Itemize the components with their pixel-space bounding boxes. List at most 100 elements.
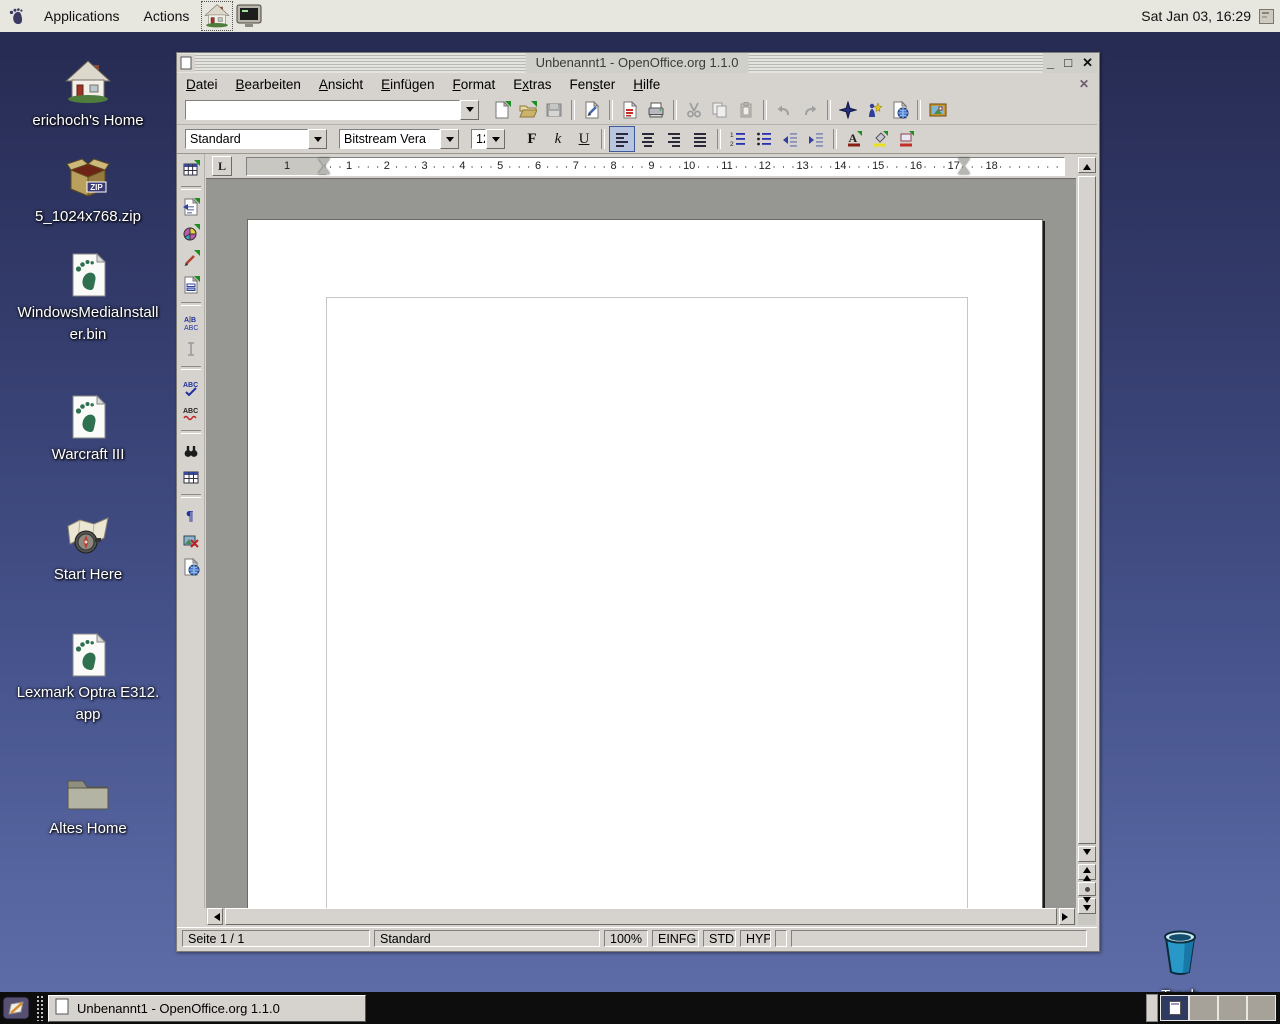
insert-object-icon[interactable] — [178, 220, 204, 246]
horizontal-ruler[interactable]: 1 123456789101112131415161718 — [246, 157, 1065, 176]
previous-page-icon[interactable] — [1078, 864, 1096, 880]
print-icon[interactable] — [643, 97, 669, 123]
open-icon[interactable] — [515, 97, 541, 123]
url-combobox[interactable] — [185, 100, 479, 120]
web-document-icon[interactable] — [887, 97, 913, 123]
menu-extras[interactable]: Extras — [504, 75, 560, 94]
workspace-3[interactable] — [1218, 995, 1247, 1021]
left-indent-marker[interactable] — [318, 166, 330, 174]
gnome-foot-icon[interactable] — [1, 2, 31, 30]
align-center-button[interactable] — [635, 126, 661, 152]
maximize-button[interactable]: □ — [1064, 53, 1072, 73]
right-indent-marker2[interactable] — [958, 166, 970, 174]
url-dropdown-icon[interactable] — [460, 100, 479, 120]
window-menu-icon[interactable] — [177, 54, 195, 72]
undo-icon[interactable] — [771, 97, 797, 123]
status-zoom[interactable]: 100% — [604, 930, 648, 947]
menu-fenster[interactable]: Fenster — [561, 75, 625, 94]
desktop-icon-start-here[interactable]: Start Here — [8, 512, 168, 586]
align-justify-button[interactable] — [687, 126, 713, 152]
minimize-button[interactable]: _ — [1047, 53, 1054, 73]
online-layout-icon[interactable] — [178, 554, 204, 580]
font-color-icon[interactable]: A — [841, 126, 867, 152]
desktop-icon-warcraft[interactable]: Warcraft III — [8, 394, 168, 466]
document-page[interactable] — [247, 219, 1043, 908]
workspace-4[interactable] — [1247, 995, 1276, 1021]
scroll-up-icon[interactable] — [1078, 157, 1096, 173]
scroll-right-icon[interactable] — [1059, 908, 1075, 925]
desktop-icon-zip[interactable]: ZIP 5_1024x768.zip — [8, 156, 168, 228]
menu-actions[interactable]: Actions — [132, 8, 202, 24]
form-functions-icon[interactable] — [178, 272, 204, 298]
desktop-icon-home[interactable]: erichoch's Home — [8, 58, 168, 132]
desktop-icon-wmi[interactable]: WindowsMediaInstaller.bin — [8, 252, 168, 346]
menu-hilfe[interactable]: Hilfe — [624, 75, 669, 94]
paste-icon[interactable] — [733, 97, 759, 123]
navigator-icon[interactable] — [835, 97, 861, 123]
menu-bearbeiten[interactable]: Bearbeiten — [227, 75, 310, 94]
next-page-icon[interactable] — [1078, 898, 1096, 914]
menu-applications[interactable]: Applications — [32, 8, 132, 24]
desktop-icon-lexmark[interactable]: Lexmark Optra E312.app — [8, 632, 168, 726]
navigation-dot-icon[interactable] — [1078, 882, 1096, 896]
redo-icon[interactable] — [797, 97, 823, 123]
copy-icon[interactable] — [707, 97, 733, 123]
highlighting-icon[interactable] — [867, 126, 893, 152]
insert-table-icon[interactable] — [178, 156, 204, 182]
horizontal-scroll-thumb[interactable] — [225, 908, 1057, 925]
url-input[interactable] — [185, 100, 460, 120]
status-hyperlink-mode[interactable]: HYP — [740, 930, 771, 947]
numbered-list-icon[interactable]: 12 — [725, 126, 751, 152]
close-button[interactable]: ✕ — [1082, 53, 1093, 73]
vertical-scrollbar[interactable] — [1078, 156, 1096, 925]
new-document-icon[interactable] — [489, 97, 515, 123]
edit-file-icon[interactable] — [579, 97, 605, 123]
formatting-marks-icon[interactable]: ¶ — [178, 502, 204, 528]
find-replace-icon[interactable] — [178, 438, 204, 464]
graphics-onoff-icon[interactable] — [178, 528, 204, 554]
menu-datei[interactable]: Datei — [177, 75, 227, 94]
align-left-button[interactable] — [609, 126, 635, 152]
vertical-scroll-thumb[interactable] — [1078, 176, 1096, 844]
terminal-launcher-icon[interactable] — [234, 2, 264, 30]
italic-button[interactable]: k — [545, 126, 571, 152]
taskbar-drag-handle[interactable] — [36, 995, 44, 1021]
style-dropdown-icon[interactable] — [308, 129, 327, 149]
size-dropdown-icon[interactable] — [486, 129, 505, 149]
quickstarter-icon[interactable] — [0, 993, 32, 1023]
menu-einfügen[interactable]: Einfügen — [372, 75, 443, 94]
direct-cursor-icon[interactable] — [178, 336, 204, 362]
underline-button[interactable]: U — [571, 126, 597, 152]
font-size-combobox[interactable]: 12 — [471, 129, 505, 149]
title-bar[interactable]: Unbenannt1 - OpenOffice.org 1.1.0 _ □ ✕ — [177, 53, 1097, 73]
scroll-left-icon[interactable] — [207, 908, 223, 925]
autospellcheck-icon[interactable]: ABC — [178, 400, 204, 426]
save-icon[interactable] — [541, 97, 567, 123]
align-right-button[interactable] — [661, 126, 687, 152]
gallery-icon[interactable] — [925, 97, 951, 123]
menu-format[interactable]: Format — [443, 75, 504, 94]
bold-button[interactable]: F — [519, 126, 545, 152]
scroll-down-icon[interactable] — [1078, 846, 1096, 862]
paragraph-style-combobox[interactable]: Standard — [185, 129, 327, 149]
export-pdf-icon[interactable] — [617, 97, 643, 123]
font-name-combobox[interactable]: Bitstream Vera — [339, 129, 459, 149]
close-document-icon[interactable]: ✕ — [1079, 77, 1089, 91]
stylist-icon[interactable] — [861, 97, 887, 123]
paragraph-background-icon[interactable] — [893, 126, 919, 152]
insert-icon[interactable] — [178, 194, 204, 220]
document-workspace[interactable] — [206, 178, 1076, 908]
bullet-list-icon[interactable] — [751, 126, 777, 152]
cut-icon[interactable] — [681, 97, 707, 123]
home-launcher-icon[interactable] — [202, 2, 232, 30]
size-value[interactable]: 12 — [471, 129, 486, 149]
notification-applet-icon[interactable] — [1259, 9, 1274, 24]
status-selection-mode[interactable]: STD — [703, 930, 736, 947]
font-value[interactable]: Bitstream Vera — [339, 129, 440, 149]
desktop-icon-altes-home[interactable]: Altes Home — [8, 774, 168, 840]
workspace-2[interactable] — [1189, 995, 1218, 1021]
workspace-1[interactable] — [1160, 995, 1189, 1021]
pager-drag-handle[interactable] — [1146, 994, 1158, 1022]
clock[interactable]: Sat Jan 03, 16:29 — [1141, 8, 1251, 24]
style-value[interactable]: Standard — [185, 129, 308, 149]
